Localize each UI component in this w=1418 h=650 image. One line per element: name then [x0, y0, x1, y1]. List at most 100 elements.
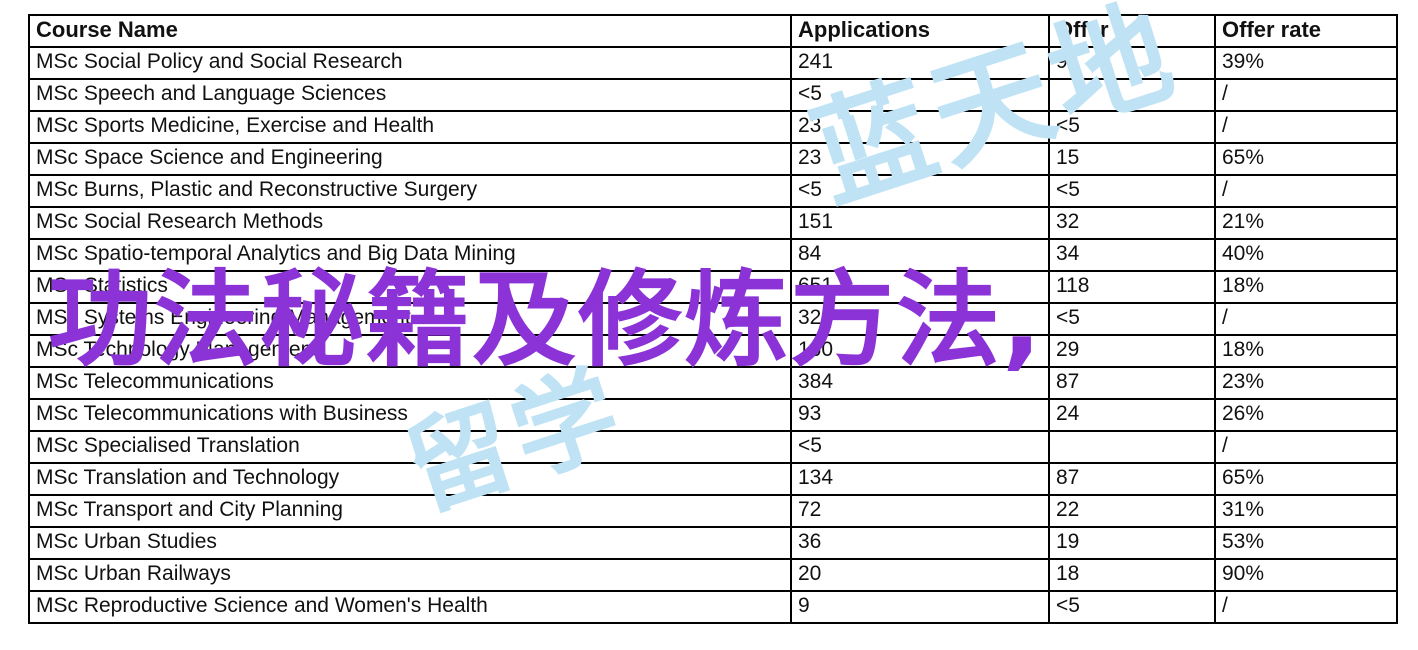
- table-row: MSc Systems Engineering Management 32 <5/: [28, 302, 1398, 336]
- cell-applications: 241: [790, 46, 1050, 80]
- cell-applications: 32: [790, 302, 1050, 336]
- cell-applications: <5: [790, 78, 1050, 112]
- course-statistics-table: Course Name Applications Offer Offer rat…: [28, 14, 1398, 624]
- cell-offer: 24: [1048, 398, 1216, 432]
- cell-applications: 72: [790, 494, 1050, 528]
- table-row: MSc Social Research Methods 151 32 21%: [28, 206, 1398, 240]
- cell-offer: 22: [1048, 494, 1216, 528]
- table-row: MSc Telecommunications 384 87 23%: [28, 366, 1398, 400]
- cell-applications: 384: [790, 366, 1050, 400]
- cell-offer: 87: [1048, 462, 1216, 496]
- cell-applications: 93: [790, 398, 1050, 432]
- cell-course-name: MSc Spatio-temporal Analytics and Big Da…: [28, 238, 792, 272]
- table-row: MSc Telecommunications with Business 93 24…: [28, 398, 1398, 432]
- cell-offer-rate: /: [1214, 78, 1398, 112]
- cell-offer: <5: [1048, 302, 1216, 336]
- cell-offer-rate: /: [1214, 174, 1398, 208]
- column-header-course-name[interactable]: Course Name: [28, 14, 792, 48]
- cell-course-name: MSc Systems Engineering Management: [28, 302, 792, 336]
- table-header: Course Name Applications Offer Offer rat…: [28, 14, 1398, 48]
- course-statistics-table-container: Course Name Applications Offer Offer rat…: [28, 14, 1398, 624]
- cell-offer-rate: 39%: [1214, 46, 1398, 80]
- cell-course-name: MSc Urban Railways: [28, 558, 792, 592]
- cell-course-name: MSc Urban Studies: [28, 526, 792, 560]
- cell-applications: 160: [790, 334, 1050, 368]
- cell-course-name: MSc Transport and City Planning: [28, 494, 792, 528]
- cell-offer: 95: [1048, 46, 1216, 80]
- cell-offer: 19: [1048, 526, 1216, 560]
- cell-offer: 87: [1048, 366, 1216, 400]
- cell-course-name: MSc Reproductive Science and Women's Hea…: [28, 590, 792, 624]
- cell-offer-rate: 65%: [1214, 462, 1398, 496]
- cell-course-name: MSc Space Science and Engineering: [28, 142, 792, 176]
- cell-applications: 36: [790, 526, 1050, 560]
- cell-course-name: MSc Specialised Translation: [28, 430, 792, 464]
- cell-offer-rate: 31%: [1214, 494, 1398, 528]
- column-header-offer[interactable]: Offer: [1048, 14, 1216, 48]
- table-row: MSc Sports Medicine, Exercise and Health…: [28, 110, 1398, 144]
- cell-applications: <5: [790, 174, 1050, 208]
- cell-course-name: MSc Statistics: [28, 270, 792, 304]
- table-body: MSc Social Policy and Social Research 241…: [28, 46, 1398, 624]
- cell-offer-rate: 40%: [1214, 238, 1398, 272]
- table-header-row: Course Name Applications Offer Offer rat…: [28, 14, 1398, 48]
- table-row: MSc Burns, Plastic and Reconstructive Su…: [28, 174, 1398, 208]
- column-header-applications[interactable]: Applications: [790, 14, 1050, 48]
- cell-applications: 20: [790, 558, 1050, 592]
- cell-applications: 151: [790, 206, 1050, 240]
- cell-course-name: MSc Technology Management: [28, 334, 792, 368]
- table-row: MSc Translation and Technology 134 87 65%: [28, 462, 1398, 496]
- cell-offer-rate: 90%: [1214, 558, 1398, 592]
- cell-applications: 84: [790, 238, 1050, 272]
- cell-course-name: MSc Translation and Technology: [28, 462, 792, 496]
- cell-applications: 9: [790, 590, 1050, 624]
- table-row: MSc Technology Management 160 29 18%: [28, 334, 1398, 368]
- table-row: MSc Speech and Language Sciences <5 /: [28, 78, 1398, 112]
- cell-offer-rate: 18%: [1214, 334, 1398, 368]
- cell-course-name: MSc Social Policy and Social Research: [28, 46, 792, 80]
- cell-course-name: MSc Social Research Methods: [28, 206, 792, 240]
- cell-offer: <5: [1048, 110, 1216, 144]
- cell-offer: 34: [1048, 238, 1216, 272]
- table-row: MSc Specialised Translation <5 /: [28, 430, 1398, 464]
- cell-course-name: MSc Telecommunications with Business: [28, 398, 792, 432]
- cell-offer-rate: /: [1214, 590, 1398, 624]
- cell-offer-rate: /: [1214, 430, 1398, 464]
- cell-offer: 29: [1048, 334, 1216, 368]
- cell-applications: <5: [790, 430, 1050, 464]
- table-row: MSc Spatio-temporal Analytics and Big Da…: [28, 238, 1398, 272]
- cell-offer: 15: [1048, 142, 1216, 176]
- cell-offer: [1048, 430, 1216, 464]
- cell-course-name: MSc Speech and Language Sciences: [28, 78, 792, 112]
- cell-offer-rate: 21%: [1214, 206, 1398, 240]
- cell-course-name: MSc Telecommunications: [28, 366, 792, 400]
- cell-offer-rate: /: [1214, 302, 1398, 336]
- cell-offer: <5: [1048, 174, 1216, 208]
- cell-course-name: MSc Burns, Plastic and Reconstructive Su…: [28, 174, 792, 208]
- cell-offer-rate: 53%: [1214, 526, 1398, 560]
- cell-offer: <5: [1048, 590, 1216, 624]
- table-row: MSc Transport and City Planning 72 22 31%: [28, 494, 1398, 528]
- cell-offer-rate: 26%: [1214, 398, 1398, 432]
- table-row: MSc Social Policy and Social Research 241…: [28, 46, 1398, 80]
- cell-offer: 32: [1048, 206, 1216, 240]
- cell-course-name: MSc Sports Medicine, Exercise and Health: [28, 110, 792, 144]
- cell-applications: 134: [790, 462, 1050, 496]
- table-row: MSc Space Science and Engineering 23 15 65%: [28, 142, 1398, 176]
- table-row: MSc Urban Railways 20 18 90%: [28, 558, 1398, 592]
- cell-offer-rate: 65%: [1214, 142, 1398, 176]
- table-row: MSc Urban Studies 36 19 53%: [28, 526, 1398, 560]
- table-row: MSc Reproductive Science and Women's Hea…: [28, 590, 1398, 624]
- cell-offer-rate: 18%: [1214, 270, 1398, 304]
- cell-offer-rate: /: [1214, 110, 1398, 144]
- screenshot-root: 蓝天地 留学 Course Name Applications Offer Of…: [0, 0, 1418, 650]
- cell-offer-rate: 23%: [1214, 366, 1398, 400]
- cell-applications: 23: [790, 142, 1050, 176]
- table-row: MSc Statistics 651 118 18%: [28, 270, 1398, 304]
- cell-offer: [1048, 78, 1216, 112]
- cell-applications: 23: [790, 110, 1050, 144]
- cell-offer: 18: [1048, 558, 1216, 592]
- cell-offer: 118: [1048, 270, 1216, 304]
- column-header-offer-rate[interactable]: Offer rate: [1214, 14, 1398, 48]
- cell-applications: 651: [790, 270, 1050, 304]
